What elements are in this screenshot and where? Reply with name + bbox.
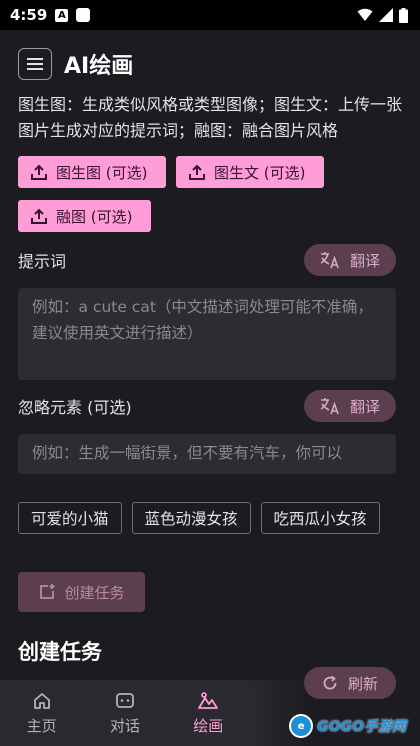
signal-icon <box>379 8 393 22</box>
mode-description: 图生图：生成类似风格或类型图像；图生文：上传一张图片生成对应的提示词；融图：融合… <box>18 95 403 140</box>
create-task-icon <box>40 584 55 599</box>
menu-icon <box>27 58 43 70</box>
negative-input[interactable]: 例如：生成一幅街景，但不要有汽车，你可以 <box>18 434 396 474</box>
img2img-upload-button[interactable]: 图生图 (可选) <box>18 156 166 188</box>
upload-label: 图生图 (可选) <box>56 163 148 182</box>
img2text-upload-button[interactable]: 图生文 (可选) <box>176 156 324 188</box>
wifi-icon <box>357 8 373 21</box>
upload-row-1: 图生图 (可选) 图生文 (可选) <box>0 156 420 188</box>
tasks-section-title: 创建任务 <box>18 640 102 664</box>
negative-label-row: 忽略元素 (可选) 翻译 <box>0 390 420 422</box>
chat-icon <box>116 692 134 708</box>
upload-label: 图生文 (可选) <box>214 163 306 182</box>
upload-icon <box>31 164 47 180</box>
nav-home[interactable]: 主页 <box>2 691 82 736</box>
upload-row-2: 融图 (可选) <box>0 200 420 232</box>
status-time: 4:59 <box>10 6 48 24</box>
negative-placeholder: 例如：生成一幅街景，但不要有汽车，你可以 <box>32 444 343 462</box>
watermark-logo-icon: e <box>289 714 314 738</box>
upload-icon <box>31 208 47 224</box>
translate-label: 翻译 <box>349 397 380 416</box>
nav-label: 对话 <box>109 716 140 735</box>
bottom-nav: 主页 对话 绘画 <box>0 680 250 746</box>
example-tag[interactable]: 蓝色动漫女孩 <box>131 502 251 534</box>
prompt-placeholder: 例如：a cute cat（中文描述词处理可能不准确，建议使用英文进行描述） <box>32 298 373 342</box>
blend-upload-button[interactable]: 融图 (可选) <box>18 200 151 232</box>
watermark-text: GOGO手游网 <box>317 719 406 735</box>
app-header: AI绘画 <box>0 30 420 80</box>
upload-label: 融图 (可选) <box>56 207 133 226</box>
refresh-icon <box>323 675 337 690</box>
translate-icon <box>320 252 339 269</box>
translate-icon <box>320 398 339 415</box>
prompt-translate-button[interactable]: 翻译 <box>304 244 396 276</box>
battery-icon <box>399 7 408 23</box>
create-task-button[interactable]: 创建任务 <box>18 572 145 612</box>
nav-chat[interactable]: 对话 <box>85 691 165 736</box>
page-title: AI绘画 <box>64 54 134 79</box>
nav-paint[interactable]: 绘画 <box>168 691 248 736</box>
paint-icon <box>198 691 219 709</box>
create-task-label: 创建任务 <box>64 583 125 602</box>
negative-label: 忽略元素 (可选) <box>18 398 132 417</box>
refresh-label: 刷新 <box>347 674 378 693</box>
notification-a-icon: A <box>55 8 69 22</box>
menu-button[interactable] <box>18 48 52 80</box>
translate-label: 翻译 <box>349 251 380 270</box>
status-bar: 4:59 A <box>0 0 420 30</box>
upload-icon <box>189 164 205 180</box>
watermark: e GOGO手游网 <box>289 710 406 742</box>
example-tag[interactable]: 吃西瓜小女孩 <box>260 502 380 534</box>
nav-label: 绘画 <box>193 716 224 735</box>
refresh-button[interactable]: 刷新 <box>304 667 396 699</box>
nav-label: 主页 <box>26 716 57 735</box>
example-tags: 可爱的小猫 蓝色动漫女孩 吃西瓜小女孩 <box>0 502 420 534</box>
prompt-label: 提示词 <box>18 252 67 271</box>
prompt-input[interactable]: 例如：a cute cat（中文描述词处理可能不准确，建议使用英文进行描述） <box>18 288 396 380</box>
example-tag[interactable]: 可爱的小猫 <box>18 502 122 534</box>
negative-translate-button[interactable]: 翻译 <box>304 390 396 422</box>
home-icon <box>33 692 50 709</box>
prompt-label-row: 提示词 翻译 <box>0 244 420 276</box>
notification-square-icon <box>76 8 91 22</box>
